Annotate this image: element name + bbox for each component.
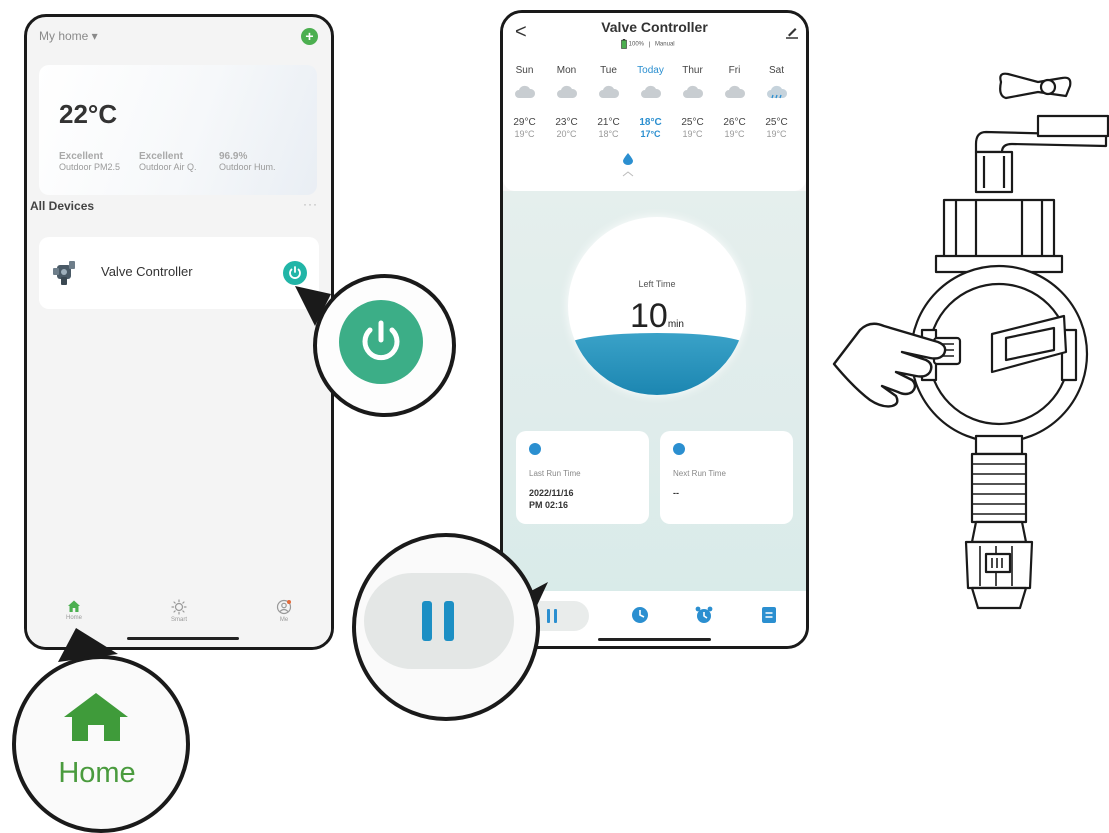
forecast-low-temp: 19°C [766,129,787,139]
outdoor-temperature: 22°C [59,99,118,129]
left-time-value: 10min [568,297,746,336]
last-run-label: Last Run Time [529,469,581,478]
weather-stat-label: Outdoor PM2.5 [59,162,121,172]
weather-stat-value: Excellent [139,151,183,162]
weather-stat: Excellent Outdoor Air Q. [139,151,197,172]
power-icon [289,266,301,279]
device-power-button[interactable] [283,261,307,285]
battery-icon [621,39,627,49]
home-app-phone: My home ▾ + 22°C Excellent Outdoor PM2.5… [24,14,334,650]
last-run-date: 2022/11/16 [529,488,574,498]
valve-device-illustration [832,72,1109,610]
home-selector[interactable]: My home ▾ [39,29,98,43]
cloud-icon [514,85,535,98]
home-indicator [127,637,239,640]
water-drop-icon [623,153,633,165]
forecast-day-label: Thur [682,65,703,76]
more-options-icon[interactable]: ··· [303,197,318,211]
forecast-high-temp: 25°C [681,117,704,128]
pause-button-zoom-callout [352,533,540,721]
forecast-low-temp: 19°C [724,129,745,139]
power-button-zoom-callout [313,274,456,417]
clock-icon [529,443,541,455]
log-icon[interactable] [759,605,779,625]
cloud-icon [556,85,577,98]
forecast-high-temp: 29°C [513,117,536,128]
tab-label: Home [65,615,82,621]
edit-icon[interactable] [785,25,799,39]
weather-stat-label: Outdoor Air Q. [139,162,197,172]
home-indicator [598,638,711,641]
cloud-icon [724,85,745,98]
power-button-large[interactable] [339,300,423,384]
clock-icon [673,443,685,455]
mode-label: Manual [654,41,675,48]
cloud-icon [682,85,703,98]
chevron-up-icon[interactable] [622,171,634,177]
timer-icon[interactable] [630,605,650,625]
pause-button-large[interactable] [364,573,514,669]
next-run-card: Next Run Time -- [660,431,793,524]
forecast-day-label: Mon [556,65,577,76]
forecast-day-label: Tue [600,65,617,76]
cloud-icon [640,85,661,98]
forecast-high-temp: 18°C [639,117,662,128]
last-run-time: PM 02:16 [529,500,569,510]
home-icon [68,600,80,612]
profile-icon [276,599,292,615]
rain-cloud-icon [766,85,787,99]
sun-icon [171,599,187,615]
last-run-card: Last Run Time 2022/11/16 PM 02:16 [516,431,649,524]
add-device-button[interactable]: + [301,28,318,45]
forecast-day-label: Sat [768,65,784,76]
home-tab-zoom-callout: Home [12,655,190,833]
alarm-icon[interactable] [694,605,714,625]
forecast-high-temp: 25°C [765,117,788,128]
next-run-value: -- [673,488,679,498]
weather-stat-label: Outdoor Hum. [219,162,276,172]
tab-label: Me [279,617,289,623]
tab-smart[interactable]: Smart [154,599,204,623]
left-time-unit: min [667,319,684,330]
tab-label: Smart [170,617,187,623]
device-name: Valve Controller [101,264,193,279]
forecast-low-temp: 19°C [682,129,703,139]
forecast-high-temp: 23°C [555,117,578,128]
left-time-label: Left Time [638,279,676,289]
battery-level: 100% [628,41,645,48]
tab-me[interactable]: Me [259,599,309,623]
home-icon [64,693,128,741]
tab-home[interactable]: Home [49,599,99,621]
forecast-day-label: Sun [515,65,534,76]
valve-device-icon [53,261,75,285]
forecast-low-temp: 20°C [556,129,577,139]
weather-stat-value: Excellent [59,151,103,162]
left-time-gauge: Left Time 10min [568,217,746,395]
cloud-icon [598,85,619,98]
next-run-label: Next Run Time [673,469,726,478]
forecast-high-temp: 21°C [597,117,620,128]
weather-card: 22°C Excellent Outdoor PM2.5 Excellent O… [39,65,317,195]
page-title: Valve Controller [601,19,708,35]
valve-controller-phone: < Valve Controller 100% | Manual Sun 29°C… [500,10,809,649]
forecast-day-label: Today [637,65,664,76]
forecast-high-temp: 26°C [723,117,746,128]
forecast-day-label: Fri [728,65,741,76]
weather-stat: 96.9% Outdoor Hum. [219,151,276,172]
forecast-low-temp: 19°C [514,129,535,139]
device-card[interactable]: Valve Controller [39,237,319,309]
home-tab-label: Home [58,757,136,789]
last-run-value: 2022/11/16 PM 02:16 [529,487,574,511]
left-time-number: 10 [630,297,668,335]
weather-stat-value: 96.9% [219,151,248,162]
forecast-low-temp: 18°C [598,129,619,139]
device-status: 100% | Manual [621,39,675,49]
forecast-low-temp: 17°C [640,129,661,139]
water-level-fill [568,333,746,395]
pause-icon [422,601,454,641]
power-icon [362,320,400,361]
weather-stat: Excellent Outdoor PM2.5 [59,151,120,172]
section-title: All Devices [30,199,95,213]
